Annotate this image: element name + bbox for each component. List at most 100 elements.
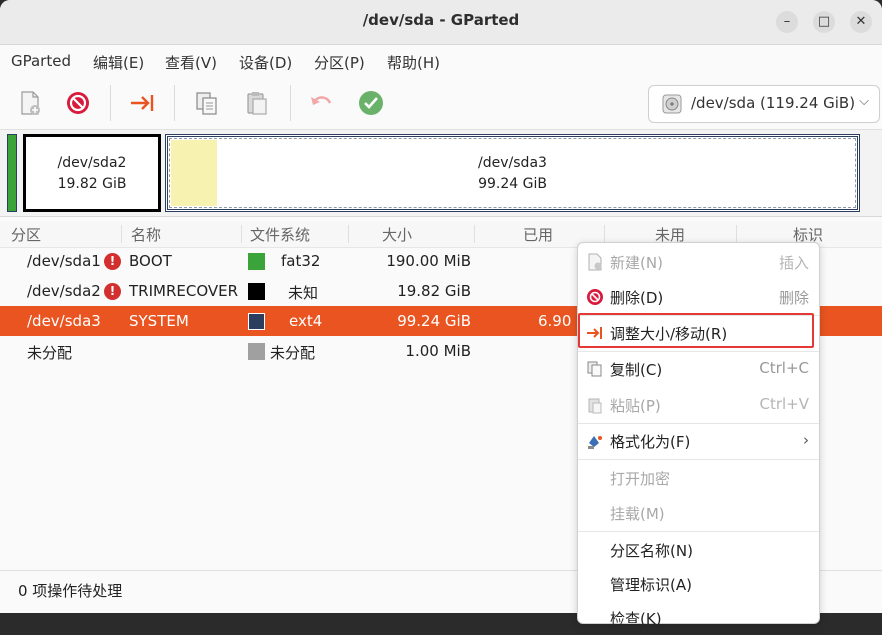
cell-name: SYSTEM [129,312,189,330]
menu-item-label: 检查(K) [610,610,662,628]
menu-item-partition-name[interactable]: 分区名称(N) [578,533,819,567]
menu-view[interactable]: 查看(V) [165,52,217,73]
menu-item-manage-flags[interactable]: 管理标识(A) [578,567,819,601]
paste-icon[interactable] [243,89,271,117]
warning-icon: ! [104,253,121,270]
disk-map: /dev/sda2 19.82 GiB /dev/sda3 99.24 GiB [0,130,882,217]
header-filesystem[interactable]: 文件系统 [250,224,310,245]
menu-gparted[interactable]: GParted [11,52,71,70]
partition-context-menu: 新建(N) 插入 删除(D) 删除 调整大小/移动(R) 复制(C) Ctrl+… [577,242,820,628]
device-selector-label: /dev/sda (119.24 GiB) [691,94,856,112]
close-button[interactable]: ✕ [850,11,872,33]
disk-icon [662,94,682,114]
new-partition-icon[interactable] [16,89,44,117]
cell-partition: 未分配 [27,344,73,362]
cell-partition: /dev/sda2 [27,282,101,300]
format-icon [588,436,602,449]
header-name[interactable]: 名称 [131,224,161,245]
header-separator [348,225,349,243]
filesystem-color-swatch [248,253,265,270]
highlight-box [578,313,814,348]
menu-separator [578,531,819,532]
menu-item-accelerator: 删除 [778,289,809,307]
minimize-button[interactable]: – [776,11,798,33]
resize-move-icon[interactable] [128,89,156,117]
menu-item-label: 管理标识(A) [610,576,692,594]
header-separator [121,225,122,243]
window-title: /dev/sda - GParted [362,11,520,29]
menu-item-copy[interactable]: 复制(C) Ctrl+C [578,352,819,386]
menu-item-paste[interactable]: 粘贴(P) Ctrl+V [578,388,819,422]
disk-map-sda3-name: /dev/sda3 [478,155,547,171]
paste-icon [588,398,602,414]
disk-map-sda3-size: 99.24 GiB [478,176,547,192]
toolbar-separator [290,85,291,121]
cell-size: 190.00 MiB [386,252,471,270]
menu-item-label: 挂载(M) [610,505,665,523]
cell-partition: /dev/sda1 [27,252,101,270]
toolbar: /dev/sda (119.24 GiB) ⌵ [0,77,882,130]
menu-item-accelerator: Ctrl+C [759,359,809,377]
header-separator [474,225,475,243]
menu-item-delete[interactable]: 删除(D) 删除 [578,280,819,314]
menu-item-label: 复制(C) [610,361,663,379]
disk-map-sda2-name: /dev/sda2 [57,155,127,171]
disk-map-sda3[interactable]: /dev/sda3 99.24 GiB [165,134,860,212]
toolbar-separator [110,85,111,121]
cell-size: 1.00 MiB [405,342,471,360]
menu-help[interactable]: 帮助(H) [387,52,440,73]
disk-map-sda2-size: 19.82 GiB [57,176,127,192]
menu-item-label: 分区名称(N) [610,542,693,560]
header-separator [241,225,242,243]
menu-device[interactable]: 设备(D) [239,52,292,73]
copy-icon [587,361,602,377]
undo-icon[interactable] [307,89,335,117]
menu-item-new[interactable]: 新建(N) 插入 [578,245,819,279]
menu-item-accelerator: 插入 [778,254,809,272]
menu-edit[interactable]: 编辑(E) [93,52,144,73]
cell-filesystem: 未分配 [270,344,316,362]
cell-filesystem: fat32 [281,252,321,270]
menu-partition[interactable]: 分区(P) [314,52,365,73]
device-selector[interactable]: /dev/sda (119.24 GiB) ⌵ [648,85,880,123]
header-separator [604,225,605,243]
menu-item-check[interactable]: 检查(K) [578,601,819,635]
header-used[interactable]: 已用 [523,224,553,245]
menu-item-format-as[interactable]: 格式化为(F) › [578,424,819,458]
menu-item-label: 删除(D) [610,289,664,307]
filesystem-color-swatch [248,313,265,330]
menu-item-accelerator: Ctrl+V [759,395,809,413]
menu-separator [578,459,819,460]
disk-map-sda2[interactable]: /dev/sda2 19.82 GiB [23,134,161,212]
menu-item-label: 打开加密 [610,470,671,488]
header-partition[interactable]: 分区 [11,224,41,245]
apply-icon[interactable] [357,89,385,117]
header-separator [736,225,737,243]
chevron-down-icon: ⌵ [859,94,869,109]
menu-item-label: 粘贴(P) [610,397,661,415]
new-partition-icon [588,253,602,271]
toolbar-separator [174,85,175,121]
menu-item-label: 新建(N) [610,254,663,272]
disk-map-sda1[interactable] [7,134,17,212]
filesystem-color-swatch [248,283,265,300]
cell-name: BOOT [129,252,172,270]
cell-size: 19.82 GiB [397,282,471,300]
delete-icon [587,289,603,305]
menu-item-open-encryption[interactable]: 打开加密 [578,461,819,495]
warning-icon: ! [104,283,121,300]
cell-name: TRIMRECOVER [129,282,239,300]
cell-filesystem: ext4 [289,312,323,330]
menu-item-mount[interactable]: 挂载(M) [578,496,819,530]
cell-partition: /dev/sda3 [27,312,101,330]
cell-size: 99.24 GiB [397,312,471,330]
copy-icon[interactable] [193,89,221,117]
submenu-arrow-icon: › [803,431,809,449]
menu-bar: GParted 编辑(E) 查看(V) 设备(D) 分区(P) 帮助(H) [0,45,882,77]
cell-filesystem: 未知 [288,284,319,302]
header-size[interactable]: 大小 [382,224,412,245]
pending-operations-status: 0 项操作待处理 [18,582,123,600]
maximize-button[interactable]: □ [813,11,835,33]
filesystem-color-swatch [248,343,265,360]
delete-icon[interactable] [64,89,92,117]
